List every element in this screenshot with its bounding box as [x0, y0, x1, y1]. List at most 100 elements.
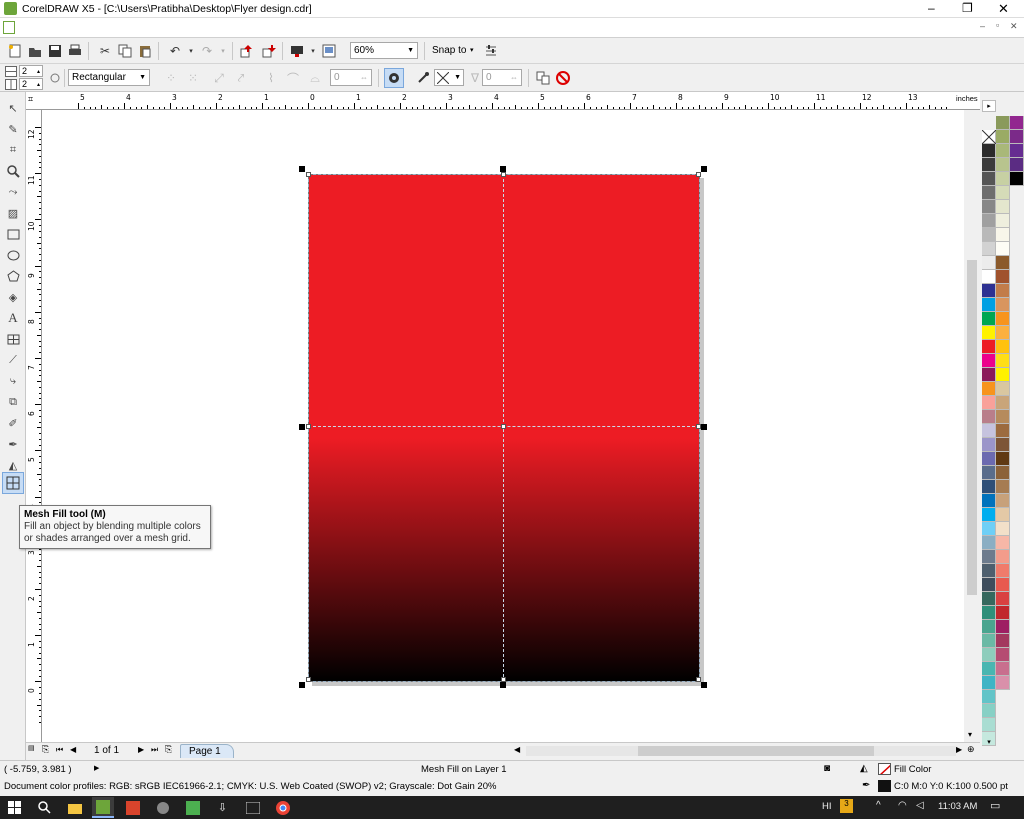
basic-shapes-tool-icon[interactable]: ◈	[4, 288, 22, 306]
navigator-icon[interactable]: ⊕	[967, 744, 975, 755]
outline-pen-tool-icon[interactable]: ✒	[4, 435, 22, 453]
color-swatch[interactable]	[982, 382, 996, 396]
mesh-node[interactable]	[306, 424, 311, 429]
convert-to-line-icon[interactable]: ⤢	[210, 69, 228, 87]
last-page-icon[interactable]: ⏭	[151, 745, 158, 755]
wifi-icon[interactable]: ◠	[898, 800, 907, 811]
color-swatch[interactable]	[982, 242, 996, 256]
color-swatch[interactable]	[982, 158, 996, 172]
mesh-node[interactable]	[306, 677, 311, 682]
export-icon[interactable]	[260, 42, 278, 60]
convert-to-curve-icon[interactable]: ⤤	[232, 69, 250, 87]
eyedropper-icon[interactable]	[414, 69, 432, 87]
open-folder-icon[interactable]	[26, 42, 44, 60]
color-swatch[interactable]	[996, 214, 1010, 228]
color-swatch[interactable]	[996, 676, 1010, 690]
crop-tool-icon[interactable]: ⌗	[4, 141, 22, 159]
color-swatch[interactable]	[996, 396, 1010, 410]
color-swatch[interactable]	[996, 634, 1010, 648]
copy-mesh-properties-icon[interactable]	[534, 69, 552, 87]
color-swatch[interactable]	[982, 690, 996, 704]
selection-handle-bottom-right[interactable]	[701, 682, 707, 688]
clear-mesh-icon[interactable]	[554, 69, 572, 87]
color-swatch[interactable]	[982, 368, 996, 382]
color-swatch[interactable]	[996, 172, 1010, 186]
shape-tool-icon[interactable]: ✎	[4, 120, 22, 138]
previous-page-icon[interactable]: ◀	[70, 745, 76, 754]
scroll-thumb[interactable]	[967, 260, 977, 595]
blend-tool-icon[interactable]: ⧉	[4, 393, 22, 411]
print-icon[interactable]	[66, 42, 84, 60]
color-swatch[interactable]	[982, 396, 996, 410]
color-swatch[interactable]	[982, 466, 996, 480]
transparency-field[interactable]: 0 ⇔	[482, 69, 522, 86]
app-c-green-icon[interactable]	[184, 799, 201, 816]
new-document-icon[interactable]	[6, 42, 24, 60]
color-swatch[interactable]	[996, 116, 1010, 130]
input-method-icon[interactable]: 3	[840, 799, 853, 813]
connector-tool-icon[interactable]: ⤷	[4, 372, 22, 390]
smooth-node-icon[interactable]: ⌒	[284, 69, 302, 87]
color-swatch[interactable]	[996, 284, 1010, 298]
restore-button[interactable]: ❐	[962, 1, 973, 15]
save-icon[interactable]	[46, 42, 64, 60]
mesh-columns-field[interactable]: 2 ▴	[19, 78, 43, 90]
color-swatch[interactable]	[996, 298, 1010, 312]
zoom-tool-icon[interactable]	[4, 162, 22, 180]
color-swatch[interactable]	[996, 228, 1010, 242]
color-swatch[interactable]	[996, 578, 1010, 592]
mesh-node[interactable]	[501, 172, 506, 177]
app-window-icon[interactable]	[244, 799, 261, 816]
color-swatch[interactable]	[982, 172, 996, 186]
snap-to-dropdown-icon[interactable]: ▾	[470, 46, 474, 54]
color-swatch[interactable]	[996, 312, 1010, 326]
selection-handle-bottom[interactable]	[500, 682, 506, 688]
color-swatch[interactable]	[982, 424, 996, 438]
coreldraw-taskbar-icon[interactable]	[92, 797, 114, 818]
color-swatch[interactable]	[982, 452, 996, 466]
color-swatch[interactable]	[982, 214, 996, 228]
color-swatch[interactable]	[996, 648, 1010, 662]
clock-time[interactable]: 11:03 AM	[938, 801, 977, 812]
color-swatch[interactable]	[982, 410, 996, 424]
color-swatch[interactable]	[982, 620, 996, 634]
vertical-scrollbar[interactable]: ▾	[964, 110, 980, 742]
text-tool-icon[interactable]: A	[4, 309, 22, 327]
selection-handle-left[interactable]	[299, 424, 305, 430]
import-icon[interactable]	[238, 42, 256, 60]
redo-dropdown-icon[interactable]: ▾	[214, 42, 232, 60]
page-tab[interactable]: Page 1	[180, 744, 234, 758]
color-swatch[interactable]	[982, 186, 996, 200]
pick-tool-icon[interactable]: ↖	[4, 99, 22, 117]
color-swatch[interactable]	[996, 382, 1010, 396]
add-node-icon[interactable]: ⁘	[162, 69, 180, 87]
add-page-before-icon[interactable]: ⎘	[42, 744, 49, 755]
freeze-icon[interactable]	[46, 69, 64, 87]
color-swatch[interactable]	[996, 340, 1010, 354]
snap-to-button[interactable]: Snap to	[432, 45, 466, 56]
mesh-node[interactable]	[306, 172, 311, 177]
horizontal-ruler[interactable]: ⌗ 5 4 3 2 1 0 1 2 3 4 5 6 7 8 9 10 11 12 13 inches	[26, 92, 980, 110]
color-swatch[interactable]	[982, 676, 996, 690]
mesh-rows-field[interactable]: 2 ▴	[19, 65, 43, 77]
color-swatch[interactable]	[996, 466, 1010, 480]
color-swatch[interactable]	[982, 606, 996, 620]
color-swatch[interactable]	[996, 620, 1010, 634]
windows-start-icon[interactable]	[6, 799, 23, 816]
cut-icon[interactable]: ✂	[96, 42, 114, 60]
file-explorer-icon[interactable]	[66, 799, 83, 816]
color-swatch[interactable]	[982, 354, 996, 368]
color-swatch[interactable]	[1010, 144, 1024, 158]
color-swatch[interactable]	[982, 564, 996, 578]
color-swatch[interactable]	[996, 242, 1010, 256]
color-swatch[interactable]	[982, 592, 996, 606]
selection-handle-top[interactable]	[500, 166, 506, 172]
color-swatch[interactable]	[982, 228, 996, 242]
color-swatch[interactable]	[982, 662, 996, 676]
app-c-red-icon[interactable]	[124, 799, 141, 816]
color-swatch[interactable]	[982, 200, 996, 214]
paste-icon[interactable]	[136, 42, 154, 60]
color-swatch[interactable]	[1010, 130, 1024, 144]
color-swatch[interactable]	[996, 410, 1010, 424]
document-icon[interactable]	[3, 21, 15, 34]
